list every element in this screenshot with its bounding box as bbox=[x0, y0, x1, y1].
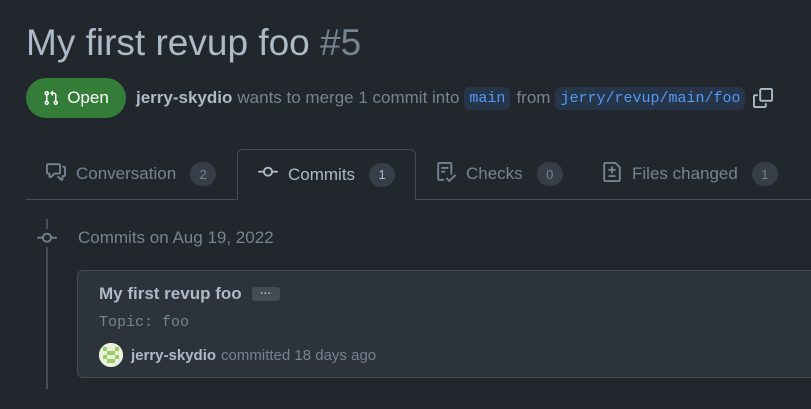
pr-title-text: My first revup foo bbox=[26, 22, 310, 63]
avatar[interactable] bbox=[99, 343, 123, 367]
committed-time: committed 18 days ago bbox=[221, 346, 377, 364]
base-branch[interactable]: main bbox=[464, 86, 511, 110]
status-label: Open bbox=[67, 88, 109, 107]
commit-title-row: My first revup foo ··· bbox=[99, 284, 280, 304]
tab-commits[interactable]: Commits 1 bbox=[237, 149, 417, 200]
pr-number: #5 bbox=[320, 22, 362, 63]
tab-commits-label: Commits bbox=[288, 164, 356, 184]
tab-conversation[interactable]: Conversation 2 bbox=[46, 149, 217, 199]
tab-checks-label: Checks bbox=[466, 164, 523, 183]
merge-text: wants to merge 1 commit into bbox=[237, 88, 460, 107]
commit-topic: Topic: foo bbox=[99, 314, 190, 331]
tab-checks-count: 0 bbox=[536, 162, 563, 186]
tab-commits-count: 1 bbox=[369, 162, 396, 187]
git-commit-icon bbox=[258, 162, 278, 187]
head-branch[interactable]: jerry/revup/main/foo bbox=[555, 86, 746, 110]
pr-author-link[interactable]: jerry-skydio bbox=[136, 88, 232, 108]
from-text: from bbox=[516, 88, 551, 107]
git-pull-request-icon bbox=[43, 90, 59, 106]
pr-tabs: Conversation 2 Commits 1 Checks 0 Files … bbox=[26, 149, 811, 200]
commit-author-link[interactable]: jerry-skydio bbox=[131, 347, 216, 364]
tab-files-changed-count: 1 bbox=[751, 162, 778, 186]
tab-files-changed[interactable]: Files changed 1 bbox=[602, 149, 778, 199]
checklist-icon bbox=[436, 161, 457, 187]
pr-title: My first revup foo #5 bbox=[26, 21, 361, 65]
comment-discussion-icon bbox=[46, 162, 66, 187]
tab-checks[interactable]: Checks 0 bbox=[436, 149, 563, 199]
commit-meta: jerry-skydio committed 18 days ago bbox=[99, 343, 376, 367]
copy-icon[interactable] bbox=[753, 88, 774, 108]
commit-title-link[interactable]: My first revup foo bbox=[99, 284, 242, 304]
open-status-badge: Open bbox=[26, 78, 126, 118]
tab-conversation-label: Conversation bbox=[76, 164, 177, 183]
git-commit-icon bbox=[36, 229, 58, 247]
pr-meta: jerry-skydio wants to merge 1 commit int… bbox=[136, 84, 774, 112]
commit-card: My first revup foo ··· Topic: foo jerry-… bbox=[77, 270, 811, 378]
tab-files-changed-label: Files changed bbox=[632, 164, 738, 183]
tab-conversation-count: 2 bbox=[190, 162, 217, 186]
expand-message-button[interactable]: ··· bbox=[251, 287, 280, 301]
file-diff-icon bbox=[602, 161, 622, 187]
commits-date-heading: Commits on Aug 19, 2022 bbox=[78, 228, 274, 247]
